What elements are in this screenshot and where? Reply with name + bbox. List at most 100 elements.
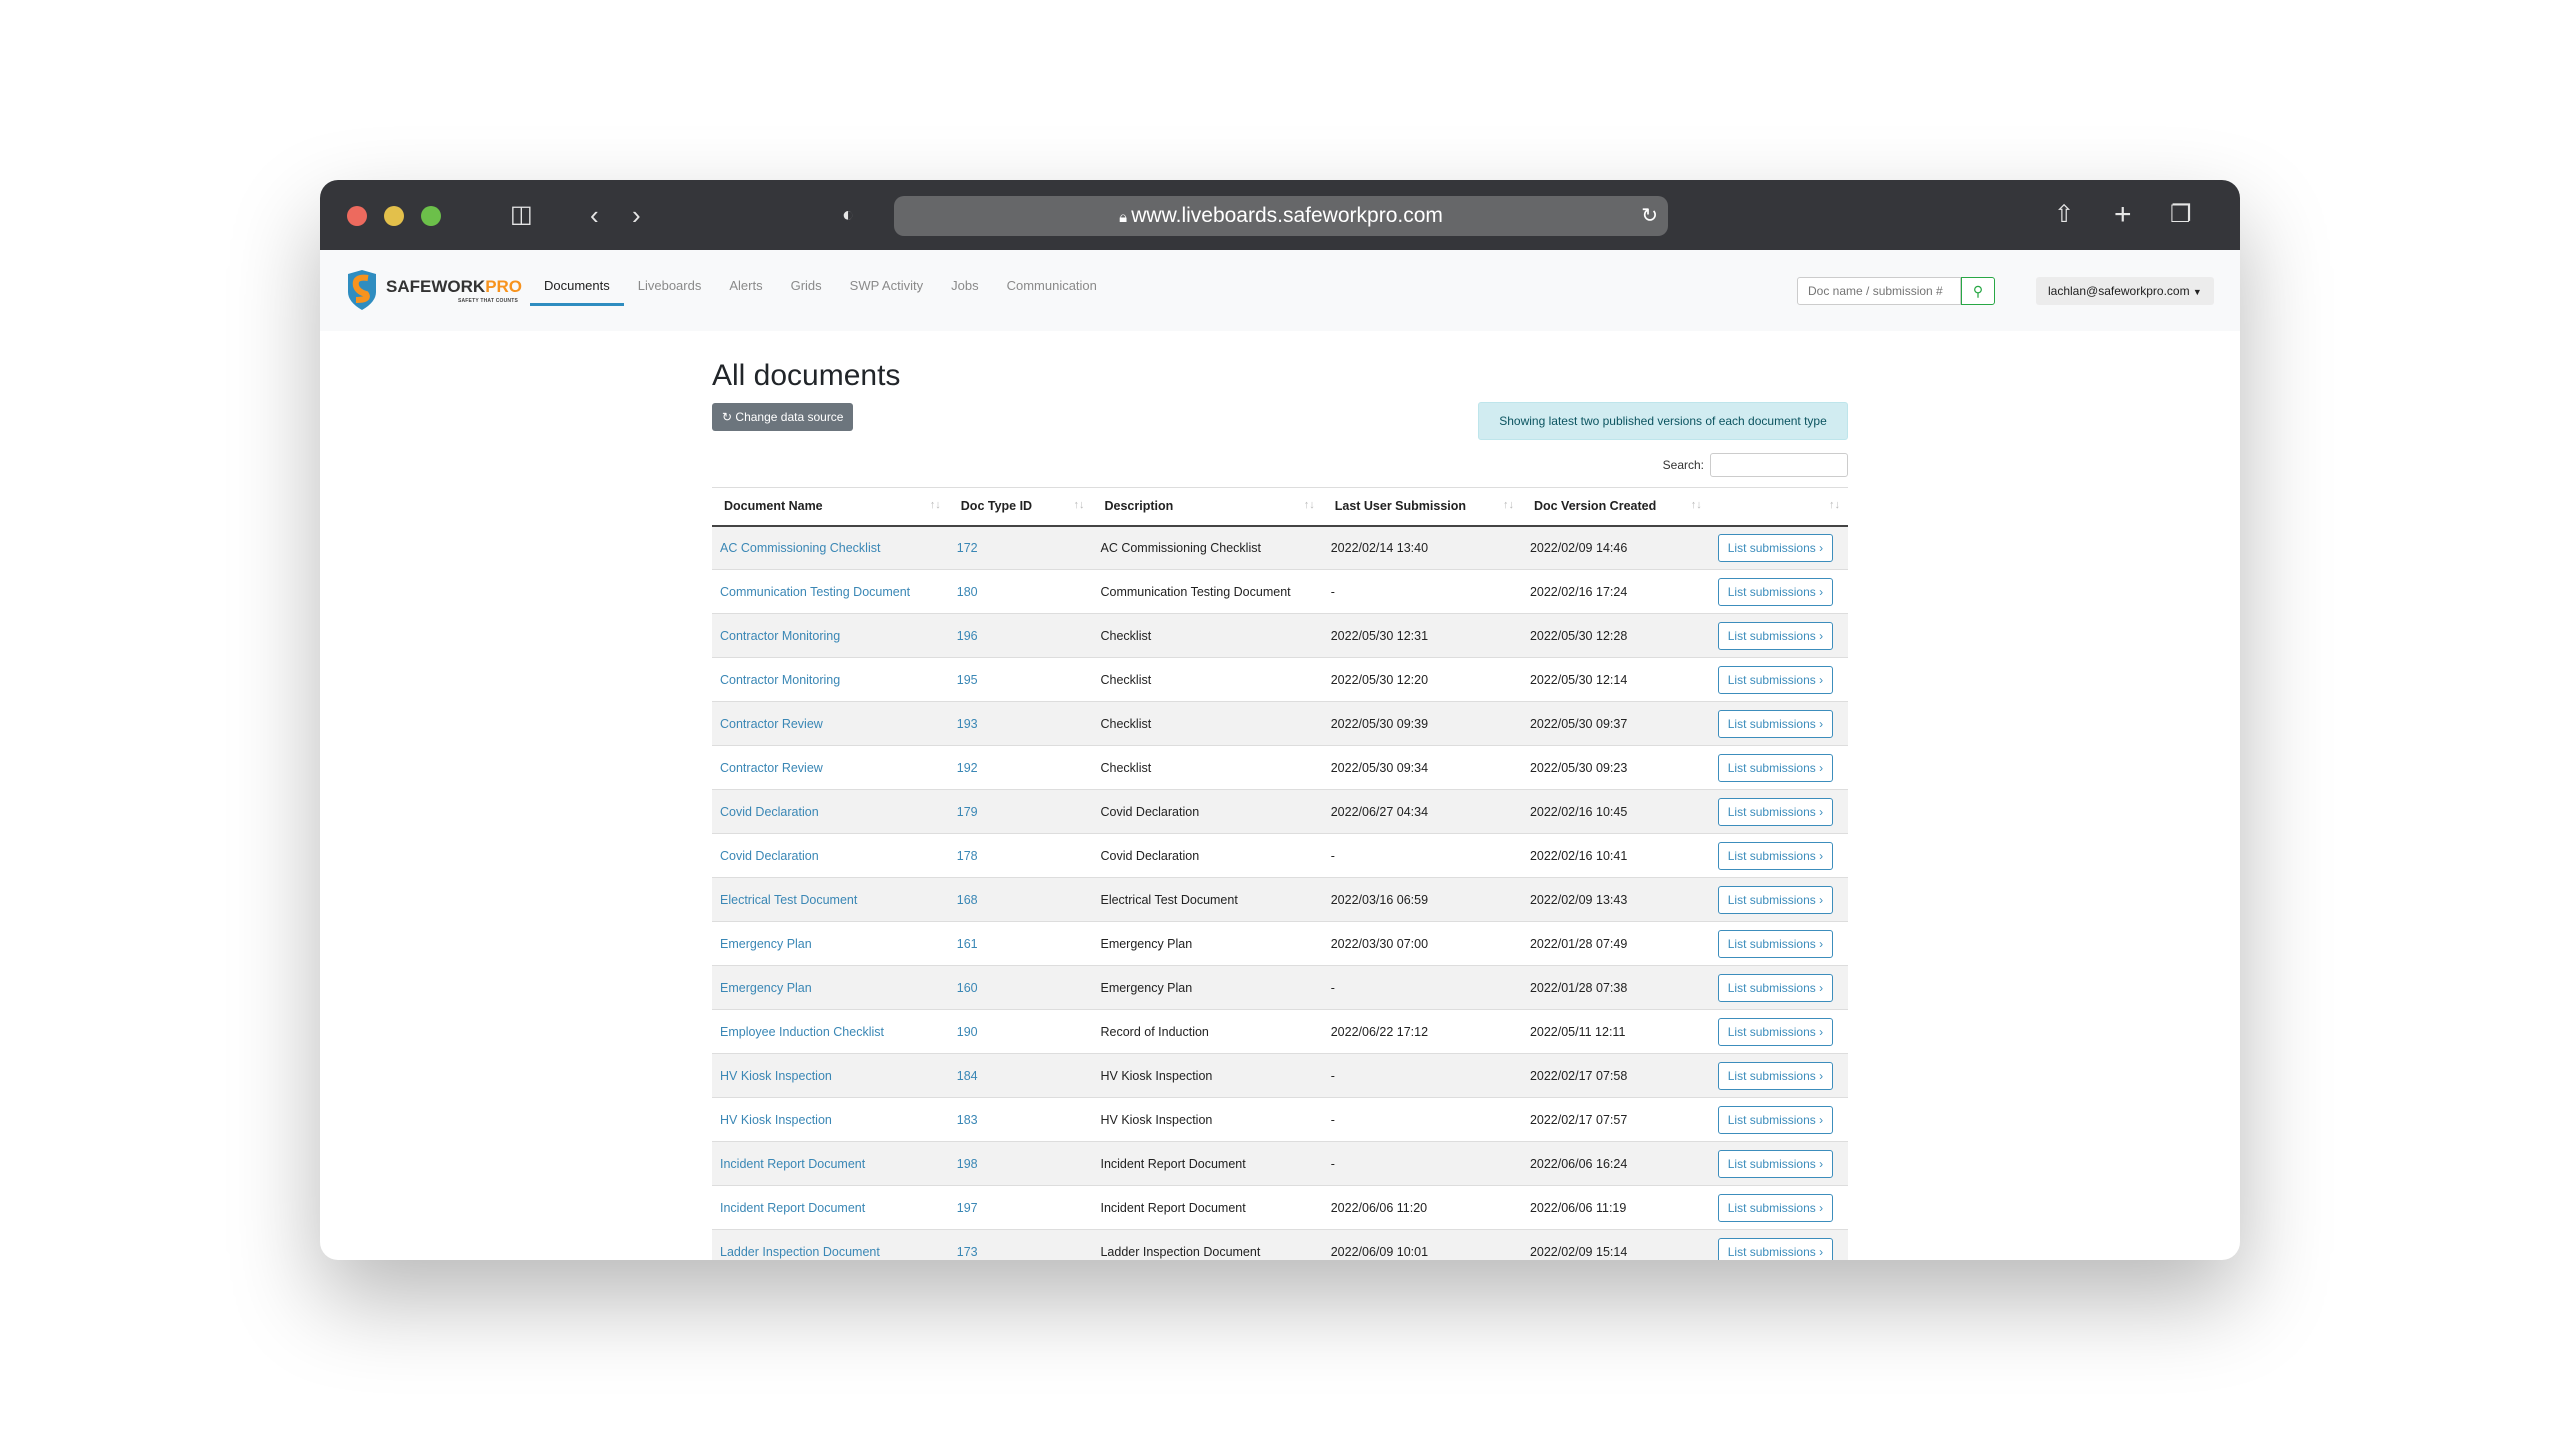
doc-type-id-link[interactable]: 168 <box>948 877 1093 922</box>
nav-alerts[interactable]: Alerts <box>715 278 776 306</box>
list-submissions-button[interactable]: List submissions › <box>1717 1237 1834 1260</box>
column-header[interactable]: Doc Version Created ↑↓ <box>1521 487 1710 527</box>
doc-type-id-link[interactable]: 198 <box>948 1141 1093 1186</box>
document-name-link[interactable]: Communication Testing Document <box>712 569 949 614</box>
column-header[interactable]: Doc Type ID ↑↓ <box>948 487 1093 527</box>
list-submissions-button[interactable]: List submissions › <box>1717 1193 1834 1222</box>
forward-icon[interactable]: › <box>632 180 641 250</box>
list-submissions-button[interactable]: List submissions › <box>1717 665 1834 694</box>
list-submissions-button[interactable]: List submissions › <box>1717 1061 1834 1090</box>
list-submissions-button[interactable]: List submissions › <box>1717 577 1834 606</box>
document-name-link[interactable]: Covid Declaration <box>712 833 949 878</box>
privacy-shield-icon[interactable]: ◐ <box>842 180 854 250</box>
sort-icon[interactable]: ↑↓ <box>1829 499 1840 511</box>
doc-type-id-link[interactable]: 192 <box>948 745 1093 790</box>
doc-type-id-link[interactable]: 193 <box>948 701 1093 746</box>
document-name-link[interactable]: Emergency Plan <box>712 965 949 1010</box>
user-email: lachlan@safeworkpro.com <box>2048 284 2190 298</box>
list-submissions-button[interactable]: List submissions › <box>1717 841 1834 870</box>
list-submissions-button[interactable]: List submissions › <box>1717 1149 1834 1178</box>
change-data-source-button[interactable]: ↻ Change data source <box>712 403 854 431</box>
column-header[interactable]: Description ↑↓ <box>1092 487 1323 527</box>
document-name-link[interactable]: Employee Induction Checklist <box>712 1009 949 1054</box>
close-window-button[interactable] <box>347 206 367 226</box>
list-submissions-button[interactable]: List submissions › <box>1717 533 1834 562</box>
list-submissions-button[interactable]: List submissions › <box>1717 973 1834 1002</box>
address-bar[interactable]: 🔒︎ www.liveboards.safeworkpro.com ↻ <box>894 196 1668 236</box>
doc-type-id-link[interactable]: 160 <box>948 965 1093 1010</box>
doc-type-id-link[interactable]: 179 <box>948 789 1093 834</box>
doc-search-button[interactable]: ⚲ <box>1961 277 1995 305</box>
list-submissions-button[interactable]: List submissions › <box>1717 1105 1834 1134</box>
doc-search-input[interactable] <box>1797 277 1961 305</box>
doc-type-id-link[interactable]: 178 <box>948 833 1093 878</box>
back-icon[interactable]: ‹ <box>590 180 599 250</box>
safeworkpro-logo[interactable]: SAFEWORKPRO SAFETY THAT COUNTS <box>344 270 522 310</box>
doc-type-id-link[interactable]: 195 <box>948 657 1093 702</box>
list-submissions-button[interactable]: List submissions › <box>1717 753 1834 782</box>
document-name-link[interactable]: Incident Report Document <box>712 1141 949 1186</box>
browser-toolbar: ◫ ‹ › ◐ 🔒︎ www.liveboards.safeworkpro.co… <box>320 180 2240 250</box>
list-submissions-button[interactable]: List submissions › <box>1717 885 1834 914</box>
list-submissions-button[interactable]: List submissions › <box>1717 797 1834 826</box>
document-name-link[interactable]: Contractor Review <box>712 701 949 746</box>
share-icon[interactable]: ⇧ <box>2054 180 2074 250</box>
description: Checklist <box>1092 701 1323 746</box>
main-content: All documents ↻ Change data source Showi… <box>712 331 1848 1260</box>
new-tab-icon[interactable]: + <box>2114 180 2132 250</box>
doc-type-id-link[interactable]: 161 <box>948 921 1093 966</box>
table-search-input[interactable] <box>1710 453 1848 477</box>
list-submissions-button[interactable]: List submissions › <box>1717 1017 1834 1046</box>
last-user-submission: - <box>1322 833 1522 878</box>
doc-type-id-link[interactable]: 183 <box>948 1097 1093 1142</box>
column-header[interactable]: Last User Submission ↑↓ <box>1322 487 1522 527</box>
nav-grids[interactable]: Grids <box>777 278 836 306</box>
description: Electrical Test Document <box>1092 877 1323 922</box>
doc-type-id-link[interactable]: 197 <box>948 1185 1093 1230</box>
document-name-link[interactable]: Contractor Monitoring <box>712 657 949 702</box>
doc-type-id-link[interactable]: 196 <box>948 613 1093 658</box>
nav-swp-activity[interactable]: SWP Activity <box>836 278 937 306</box>
document-name-link[interactable]: Incident Report Document <box>712 1185 949 1230</box>
list-submissions-button[interactable]: List submissions › <box>1717 929 1834 958</box>
app-navbar: SAFEWORKPRO SAFETY THAT COUNTS Documents… <box>320 250 2240 331</box>
reload-icon[interactable]: ↻ <box>1641 196 1658 236</box>
document-name-link[interactable]: Covid Declaration <box>712 789 949 834</box>
document-name-link[interactable]: HV Kiosk Inspection <box>712 1053 949 1098</box>
doc-type-id-link[interactable]: 180 <box>948 569 1093 614</box>
documents-table: Document Name ↑↓ Doc Type ID ↑↓ Description ↑… <box>712 487 1848 1260</box>
list-submissions-button[interactable]: List submissions › <box>1717 709 1834 738</box>
doc-type-id-link[interactable]: 190 <box>948 1009 1093 1054</box>
document-name-link[interactable]: Contractor Review <box>712 745 949 790</box>
column-header[interactable]: Document Name ↑↓ <box>712 487 949 527</box>
maximize-window-button[interactable] <box>421 206 441 226</box>
doc-version-created: 2022/05/11 12:11 <box>1521 1009 1710 1054</box>
sort-icon[interactable]: ↑↓ <box>1503 499 1514 511</box>
minimize-window-button[interactable] <box>384 206 404 226</box>
doc-type-id-link[interactable]: 184 <box>948 1053 1093 1098</box>
sort-icon[interactable]: ↑↓ <box>1073 499 1084 511</box>
user-menu-dropdown[interactable]: lachlan@safeworkpro.com ▼ <box>2036 277 2214 305</box>
nav-documents[interactable]: Documents <box>530 278 624 306</box>
nav-liveboards[interactable]: Liveboards <box>624 278 716 306</box>
table-row: Ladder Inspection Document 173 Ladder Insp… <box>712 1229 1848 1260</box>
sort-icon[interactable]: ↑↓ <box>930 499 941 511</box>
document-name-link[interactable]: Ladder Inspection Document <box>712 1229 949 1260</box>
sort-icon[interactable]: ↑↓ <box>1304 499 1315 511</box>
column-header[interactable]: ↑↓ <box>1709 487 1848 527</box>
document-name-link[interactable]: AC Commissioning Checklist <box>712 525 949 570</box>
doc-version-created: 2022/05/30 09:37 <box>1521 701 1710 746</box>
document-name-link[interactable]: Electrical Test Document <box>712 877 949 922</box>
document-name-link[interactable]: Emergency Plan <box>712 921 949 966</box>
tabs-overview-icon[interactable]: ❐ <box>2170 180 2192 250</box>
doc-type-id-link[interactable]: 172 <box>948 525 1093 570</box>
doc-type-id-link[interactable]: 173 <box>948 1229 1093 1260</box>
sort-icon[interactable]: ↑↓ <box>1691 499 1702 511</box>
list-submissions-button[interactable]: List submissions › <box>1717 621 1834 650</box>
actions-cell: List submissions › <box>1709 569 1848 614</box>
document-name-link[interactable]: Contractor Monitoring <box>712 613 949 658</box>
sidebar-toggle-icon[interactable]: ◫ <box>510 180 533 250</box>
nav-communication[interactable]: Communication <box>993 278 1111 306</box>
nav-jobs[interactable]: Jobs <box>937 278 992 306</box>
document-name-link[interactable]: HV Kiosk Inspection <box>712 1097 949 1142</box>
